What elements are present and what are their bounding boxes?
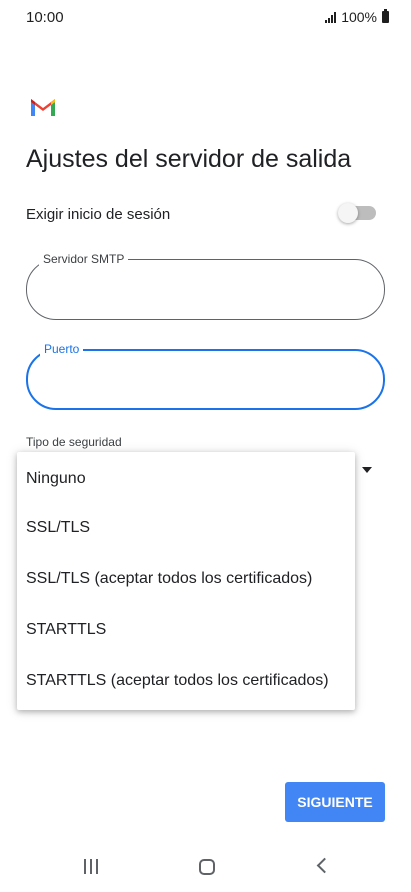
port-input[interactable] [46, 369, 366, 393]
smtp-server-field[interactable]: Servidor SMTP [26, 251, 385, 320]
login-required-row: Exigir inicio de sesión [26, 203, 386, 226]
login-required-label: Exigir inicio de sesión [26, 206, 171, 223]
menu-item-ssl-tls-accept-all[interactable]: SSL/TLS (aceptar todos los certificados) [17, 553, 355, 604]
home-icon[interactable] [199, 859, 215, 875]
toggle-knob [338, 203, 358, 223]
recent-apps-icon[interactable] [84, 859, 98, 874]
menu-item-starttls-accept-all[interactable]: STARTTLS (aceptar todos los certificados… [17, 655, 355, 706]
chevron-down-icon[interactable] [362, 467, 372, 473]
battery-icon [382, 9, 389, 23]
back-icon[interactable] [316, 857, 333, 874]
navigation-bar [0, 850, 411, 892]
menu-item-ssl-tls[interactable]: SSL/TLS [17, 502, 355, 553]
battery-percent: 100% [341, 9, 377, 25]
port-label: Puerto [40, 341, 84, 357]
menu-item-starttls[interactable]: STARTTLS [17, 604, 355, 655]
smtp-server-label: Servidor SMTP [39, 251, 129, 267]
signal-icon [325, 11, 337, 23]
status-time: 10:00 [26, 9, 64, 26]
status-indicators: 100% [325, 9, 389, 25]
login-required-toggle[interactable] [338, 203, 376, 223]
port-field[interactable]: Puerto [26, 341, 385, 410]
security-type-label: Tipo de seguridad [26, 435, 122, 449]
smtp-server-input[interactable] [45, 278, 365, 302]
menu-item-none[interactable]: Ninguno [17, 456, 355, 502]
status-bar: 10:00 100% [0, 0, 411, 34]
next-button[interactable]: SIGUIENTE [285, 782, 385, 822]
security-type-menu: Ninguno SSL/TLS SSL/TLS (aceptar todos l… [17, 452, 355, 710]
gmail-logo-icon [31, 99, 55, 116]
page-title: Ajustes del servidor de salida [26, 145, 352, 173]
